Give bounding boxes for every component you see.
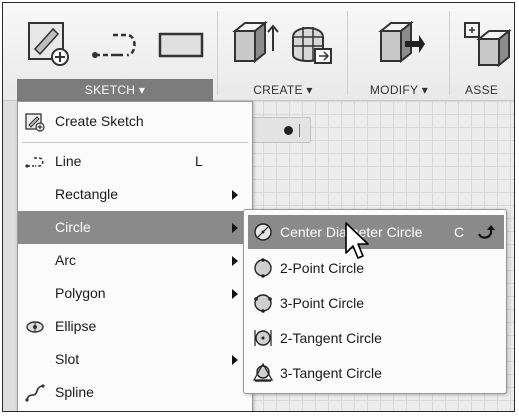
menu-item-3-tangent-circle[interactable]: 3-Tangent Circle [248,356,504,390]
menu-item-label: Rectangle [55,186,119,202]
create-group-label[interactable]: CREATE ▾ [221,79,345,101]
submenu-arrow-icon [232,289,238,299]
circle-submenu: Center Diameter Circle C 2-Point Circle [243,209,507,394]
menu-item-arc[interactable]: Arc [18,244,252,277]
canvas-tab[interactable] [251,117,311,143]
menu-item-2-tangent-circle[interactable]: 2-Tangent Circle [248,321,504,355]
two-tangent-circle-icon [254,330,272,346]
submenu-arrow-icon [232,190,238,200]
rectangle-icon[interactable] [157,31,205,59]
three-point-circle-icon [254,294,272,313]
spline-icon [25,384,45,402]
mouse-cursor-icon [345,222,369,259]
menu-item-label: Line [55,153,82,169]
menu-divider [22,142,248,143]
menu-item-shortcut: L [195,153,203,169]
repeat-arrow-icon [477,225,495,239]
toolbar: SKETCH ▾ CREATE ▾ MODIFY ▾ ASSE [3,3,515,101]
menu-item-rectangle[interactable]: Rectangle [18,178,252,211]
menu-item-center-diameter-circle[interactable]: Center Diameter Circle C [248,215,504,249]
two-point-circle-icon [254,258,272,278]
line-icon [25,157,44,168]
menu-item-label: Ellipse [55,318,97,334]
toolbar-separator [217,11,218,95]
menu-item-label: 2-Tangent Circle [280,330,382,346]
menu-item-slot[interactable]: Slot [18,343,252,376]
ellipse-icon [26,321,44,333]
menu-item-label: Create Sketch [55,113,144,129]
tab-dot-icon [284,126,293,135]
menu-item-label: Polygon [55,285,106,301]
create-sketch-icon [25,113,45,132]
menu-item-label: Spline [55,384,94,400]
menu-item-3-point-circle[interactable]: 3-Point Circle [248,286,504,320]
menu-item-spline[interactable]: Spline [18,376,252,409]
toolbar-separator [347,11,348,95]
new-component-icon[interactable] [461,17,515,69]
form-icon[interactable] [285,17,337,69]
extrude-icon[interactable] [231,17,271,67]
modify-group[interactable]: MODIFY ▾ [351,3,447,101]
menu-item-label: Slot [55,351,80,367]
submenu-arrow-icon [232,223,238,233]
assemble-group[interactable]: ASSE [453,3,515,101]
create-group[interactable]: CREATE ▾ [221,3,345,101]
menu-item-label: Arc [55,252,76,268]
menu-item-create-sketch[interactable]: Create Sketch [18,105,252,138]
menu-item-label: Circle [55,219,91,235]
press-pull-icon[interactable] [375,17,425,67]
sketch-group[interactable]: SKETCH ▾ [17,3,213,101]
modify-group-label[interactable]: MODIFY ▾ [351,79,447,101]
menu-item-shortcut: C [454,224,465,240]
create-sketch-icon[interactable] [27,19,71,67]
sketch-group-label[interactable]: SKETCH ▾ [17,79,213,101]
menu-item-polygon[interactable]: Polygon [18,277,252,310]
arrow-up-icon [267,24,279,51]
center-diameter-circle-icon [254,223,272,241]
line-icon[interactable] [91,25,143,65]
assemble-group-label[interactable]: ASSE [453,79,514,101]
menu-item-label: 3-Tangent Circle [280,365,382,381]
three-tangent-circle-icon [253,363,273,382]
sketch-dropdown-menu: Create Sketch Line L Rectangle Circle Ar… [17,101,253,411]
app-window: SKETCH ▾ CREATE ▾ MODIFY ▾ ASSE Create S… [2,2,515,412]
menu-item-ellipse[interactable]: Ellipse [18,310,252,343]
tab-divider [299,124,300,137]
menu-item-line[interactable]: Line L [18,145,252,178]
menu-item-2-point-circle[interactable]: 2-Point Circle [248,251,504,285]
submenu-arrow-icon [232,355,238,365]
menu-item-circle[interactable]: Circle [18,211,252,244]
submenu-arrow-icon [232,256,238,266]
toolbar-separator [449,11,450,95]
menu-item-label: 3-Point Circle [280,295,365,311]
